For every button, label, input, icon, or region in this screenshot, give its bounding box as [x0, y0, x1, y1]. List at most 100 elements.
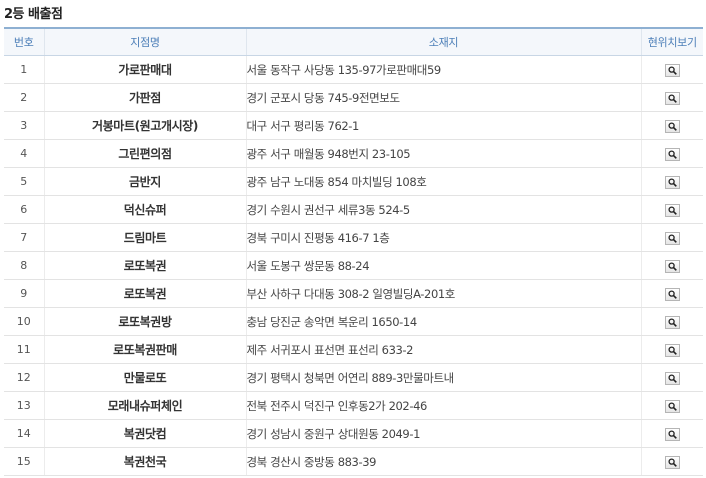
store-address: 경기 군포시 당동 745-9전면보도	[246, 83, 642, 112]
magnifier-icon	[668, 317, 677, 327]
store-name: 만물로또	[44, 363, 247, 392]
magnifier-icon	[668, 121, 677, 131]
view-location-cell	[641, 195, 703, 224]
view-location-cell	[641, 111, 703, 140]
view-location-button[interactable]	[664, 315, 680, 329]
row-number: 8	[4, 251, 45, 280]
row-number: 14	[4, 419, 45, 448]
table-row: 7 드림마트 경북 구미시 진평동 416-7 1층	[4, 223, 703, 252]
store-address: 경기 성남시 중원구 상대원동 2049-1	[246, 419, 642, 448]
row-number: 9	[4, 279, 45, 308]
view-location-cell	[641, 167, 703, 196]
store-address: 대구 서구 평리동 762-1	[246, 111, 642, 140]
view-location-button[interactable]	[664, 287, 680, 301]
store-address: 경기 수원시 권선구 세류3동 524-5	[246, 195, 642, 224]
view-location-cell	[641, 391, 703, 420]
row-number: 7	[4, 223, 45, 252]
magnifier-icon	[668, 233, 677, 243]
row-number: 5	[4, 167, 45, 196]
header-no: 번호	[4, 28, 45, 56]
view-location-cell	[641, 139, 703, 168]
magnifier-icon	[668, 373, 677, 383]
row-number: 6	[4, 195, 45, 224]
store-name: 거봉마트(원고개시장)	[44, 111, 247, 140]
store-name: 그린편의점	[44, 139, 247, 168]
store-address: 서울 도봉구 쌍문동 88-24	[246, 251, 642, 280]
view-location-cell	[641, 223, 703, 252]
store-address: 광주 서구 매월동 948번지 23-105	[246, 139, 642, 168]
page-title: 2등 배출점	[4, 7, 63, 22]
store-address: 전북 전주시 덕진구 인후동2가 202-46	[246, 391, 642, 420]
view-location-button[interactable]	[664, 119, 680, 133]
row-number: 2	[4, 83, 45, 112]
table-row: 5 금반지 광주 남구 노대동 854 마치빌딩 108호	[4, 167, 703, 196]
store-name: 모래내슈퍼체인	[44, 391, 247, 420]
view-location-button[interactable]	[664, 427, 680, 441]
view-location-button[interactable]	[664, 63, 680, 77]
store-address: 부산 사하구 다대동 308-2 일영빌딩A-201호	[246, 279, 642, 308]
view-location-button[interactable]	[664, 371, 680, 385]
store-address: 서울 동작구 사당동 135-97가로판매대59	[246, 55, 642, 84]
header-row: 번호 지점명 소재지 현위치보기	[4, 28, 703, 56]
view-location-button[interactable]	[664, 399, 680, 413]
store-address: 경북 경산시 중방동 883-39	[246, 447, 642, 476]
view-location-button[interactable]	[664, 259, 680, 273]
store-name: 덕신슈퍼	[44, 195, 247, 224]
view-location-button[interactable]	[664, 203, 680, 217]
row-number: 4	[4, 139, 45, 168]
view-location-cell	[641, 419, 703, 448]
table-body: 1 가로판매대 서울 동작구 사당동 135-97가로판매대59 2 가판점 경기 군포시…	[4, 55, 703, 476]
view-location-cell	[641, 307, 703, 336]
table-row: 14 복권닷컴 경기 성남시 중원구 상대원동 2049-1	[4, 419, 703, 448]
store-name: 복권천국	[44, 447, 247, 476]
row-number: 13	[4, 391, 45, 420]
table-row: 2 가판점 경기 군포시 당동 745-9전면보도	[4, 83, 703, 112]
table-row: 15 복권천국 경북 경산시 중방동 883-39	[4, 447, 703, 476]
table-row: 8 로또복권 서울 도봉구 쌍문동 88-24	[4, 251, 703, 280]
header-view: 현위치보기	[641, 28, 703, 56]
store-name: 로또복권	[44, 251, 247, 280]
view-location-cell	[641, 279, 703, 308]
store-name: 금반지	[44, 167, 247, 196]
view-location-cell	[641, 335, 703, 364]
view-location-button[interactable]	[664, 91, 680, 105]
row-number: 10	[4, 307, 45, 336]
view-location-cell	[641, 447, 703, 476]
store-address: 경북 구미시 진평동 416-7 1층	[246, 223, 642, 252]
table-row: 10 로또복권방 충남 당진군 송악면 복운리 1650-14	[4, 307, 703, 336]
table-row: 12 만물로또 경기 평택시 청북면 어연리 889-3만물마트내	[4, 363, 703, 392]
header-address: 소재지	[246, 28, 642, 56]
magnifier-icon	[668, 149, 677, 159]
store-name: 로또복권	[44, 279, 247, 308]
row-number: 12	[4, 363, 45, 392]
store-name: 가판점	[44, 83, 247, 112]
view-location-cell	[641, 83, 703, 112]
row-number: 1	[4, 55, 45, 84]
magnifier-icon	[668, 177, 677, 187]
table-row: 9 로또복권 부산 사하구 다대동 308-2 일영빌딩A-201호	[4, 279, 703, 308]
view-location-button[interactable]	[664, 231, 680, 245]
store-address: 충남 당진군 송악면 복운리 1650-14	[246, 307, 642, 336]
view-location-cell	[641, 55, 703, 84]
magnifier-icon	[668, 65, 677, 75]
header-name: 지점명	[44, 28, 247, 56]
store-name: 복권닷컴	[44, 419, 247, 448]
magnifier-icon	[668, 345, 677, 355]
view-location-button[interactable]	[664, 455, 680, 469]
store-address: 제주 서귀포시 표선면 표선리 633-2	[246, 335, 642, 364]
magnifier-icon	[668, 261, 677, 271]
table-row: 11 로또복권판매 제주 서귀포시 표선면 표선리 633-2	[4, 335, 703, 364]
view-location-button[interactable]	[664, 147, 680, 161]
store-table: 번호 지점명 소재지 현위치보기 1 가로판매대 서울 동작구 사당동 135-97…	[4, 27, 703, 476]
table-row: 13 모래내슈퍼체인 전북 전주시 덕진구 인후동2가 202-46	[4, 391, 703, 420]
view-location-cell	[641, 363, 703, 392]
table-header: 번호 지점명 소재지 현위치보기	[4, 28, 703, 56]
view-location-button[interactable]	[664, 175, 680, 189]
row-number: 15	[4, 447, 45, 476]
view-location-button[interactable]	[664, 343, 680, 357]
table-row: 3 거봉마트(원고개시장) 대구 서구 평리동 762-1	[4, 111, 703, 140]
store-name: 드림마트	[44, 223, 247, 252]
table-row: 4 그린편의점 광주 서구 매월동 948번지 23-105	[4, 139, 703, 168]
table-row: 1 가로판매대 서울 동작구 사당동 135-97가로판매대59	[4, 55, 703, 84]
magnifier-icon	[668, 205, 677, 215]
